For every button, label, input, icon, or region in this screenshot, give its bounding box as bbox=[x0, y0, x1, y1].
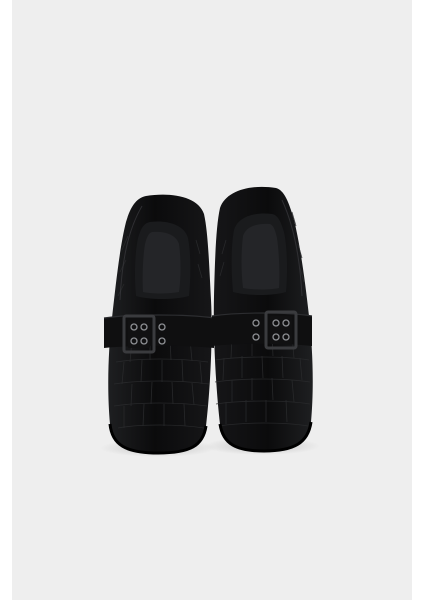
right-loafer bbox=[211, 186, 313, 453]
loafer-pair bbox=[100, 186, 320, 457]
product-photo bbox=[0, 0, 424, 600]
left-loafer bbox=[103, 194, 215, 455]
